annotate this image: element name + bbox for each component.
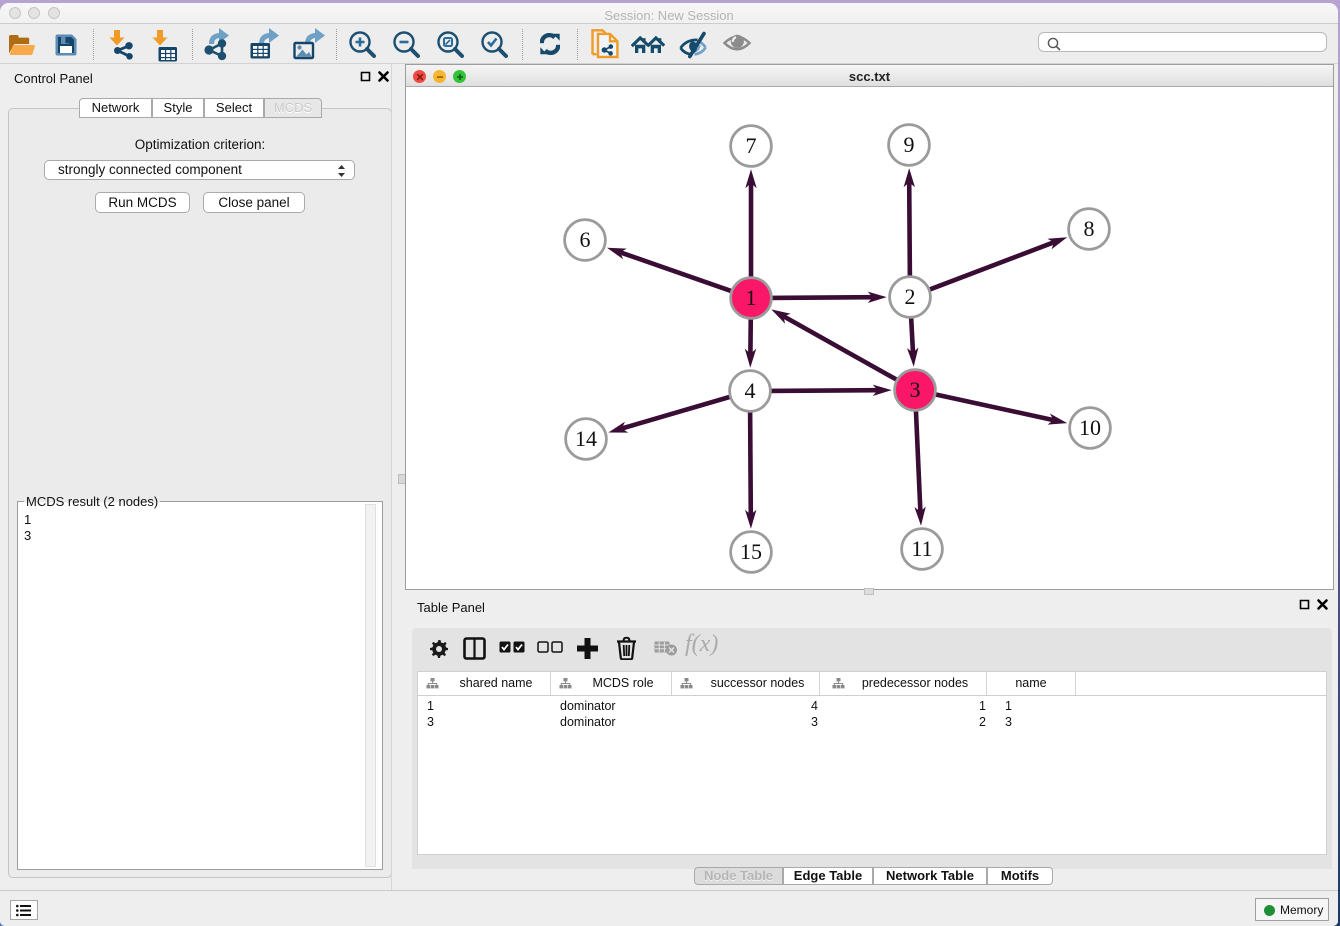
svg-text:4: 4 [745, 378, 756, 403]
svg-text:2: 2 [905, 284, 916, 309]
svg-text:14: 14 [575, 426, 597, 451]
svg-text:15: 15 [740, 539, 762, 564]
svg-text:11: 11 [911, 536, 932, 561]
svg-text:1: 1 [746, 285, 757, 310]
svg-text:8: 8 [1084, 216, 1095, 241]
svg-text:6: 6 [580, 227, 591, 252]
svg-text:7: 7 [746, 133, 757, 158]
svg-text:10: 10 [1079, 415, 1101, 440]
svg-text:9: 9 [904, 132, 915, 157]
svg-text:3: 3 [910, 377, 921, 402]
